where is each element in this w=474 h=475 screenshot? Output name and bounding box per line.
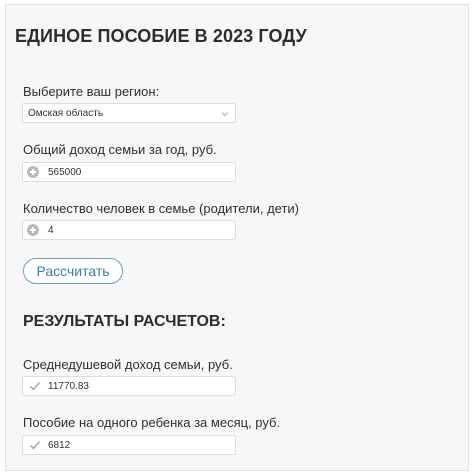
members-label: Количество человек в семье (родители, де… <box>23 201 300 216</box>
per-capita-income-field: 11770.83 <box>22 376 236 396</box>
check-icon <box>30 441 40 450</box>
calculate-button[interactable]: Рассчитать <box>23 258 123 284</box>
child-benefit-value: 6812 <box>48 440 71 451</box>
plus-circle-icon[interactable] <box>27 224 39 236</box>
members-input[interactable]: 4 <box>22 220 236 240</box>
income-label: Общий доход семьи за год, руб. <box>23 142 217 157</box>
child-benefit-field: 6812 <box>22 435 236 455</box>
per-capita-income-value: 11770.83 <box>48 381 89 392</box>
region-select-value: Омская область <box>28 108 104 119</box>
calculator-panel: ЕДИНОЕ ПОСОБИЕ В 2023 ГОДУ Выберите ваш … <box>5 4 469 471</box>
members-value: 4 <box>48 225 54 236</box>
region-label: Выберите ваш регион: <box>23 84 160 99</box>
check-icon <box>30 382 40 391</box>
chevron-down-icon <box>221 112 229 117</box>
child-benefit-label: Пособие на одного ребенка за месяц, руб. <box>23 415 281 430</box>
page-title: ЕДИНОЕ ПОСОБИЕ В 2023 ГОДУ <box>15 26 307 46</box>
income-value: 565000 <box>48 167 82 178</box>
region-select[interactable]: Омская область <box>22 103 236 123</box>
results-title: РЕЗУЛЬТАТЫ РАСЧЕТОВ: <box>23 313 226 330</box>
plus-circle-icon[interactable] <box>27 166 39 178</box>
income-input[interactable]: 565000 <box>22 162 236 182</box>
per-capita-income-label: Среднедушевой доход семьи, руб. <box>23 357 233 372</box>
